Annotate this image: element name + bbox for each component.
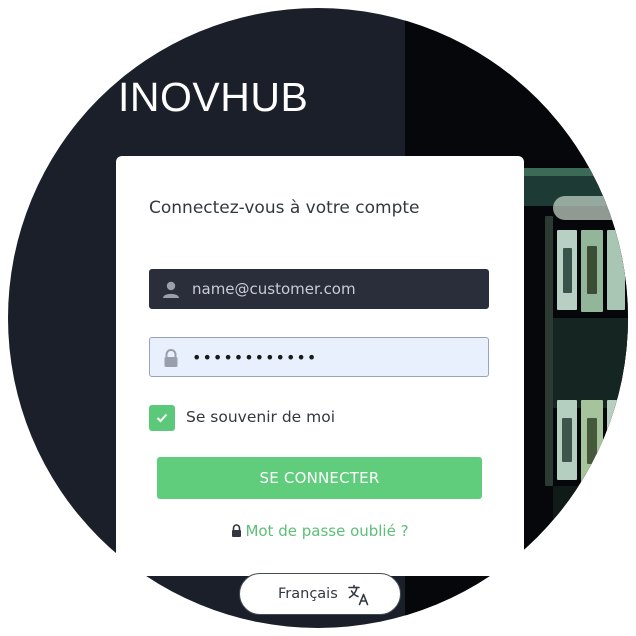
login-card: Connectez-vous à votre compte Se souveni… xyxy=(116,156,524,576)
lock-icon xyxy=(232,524,242,537)
email-input[interactable] xyxy=(192,270,482,308)
brand-logo-text: INOVHUB xyxy=(118,74,309,120)
password-field[interactable] xyxy=(149,337,489,377)
lock-icon xyxy=(164,349,178,367)
translate-icon xyxy=(348,584,369,606)
email-field[interactable] xyxy=(149,269,489,309)
password-input[interactable] xyxy=(192,338,482,376)
language-selector[interactable]: Français xyxy=(239,573,401,615)
user-icon xyxy=(163,281,179,298)
login-heading: Connectez-vous à votre compte xyxy=(149,198,420,218)
remember-checkbox[interactable] xyxy=(149,405,175,431)
remember-label: Se souvenir de moi xyxy=(186,408,336,426)
forgot-password-label: Mot de passe oublié ? xyxy=(245,522,409,540)
language-label: Français xyxy=(278,586,338,602)
login-button[interactable]: SE CONNECTER xyxy=(157,457,482,499)
forgot-password-link[interactable]: Mot de passe oublié ? xyxy=(116,522,524,540)
checkmark-icon xyxy=(156,413,168,423)
